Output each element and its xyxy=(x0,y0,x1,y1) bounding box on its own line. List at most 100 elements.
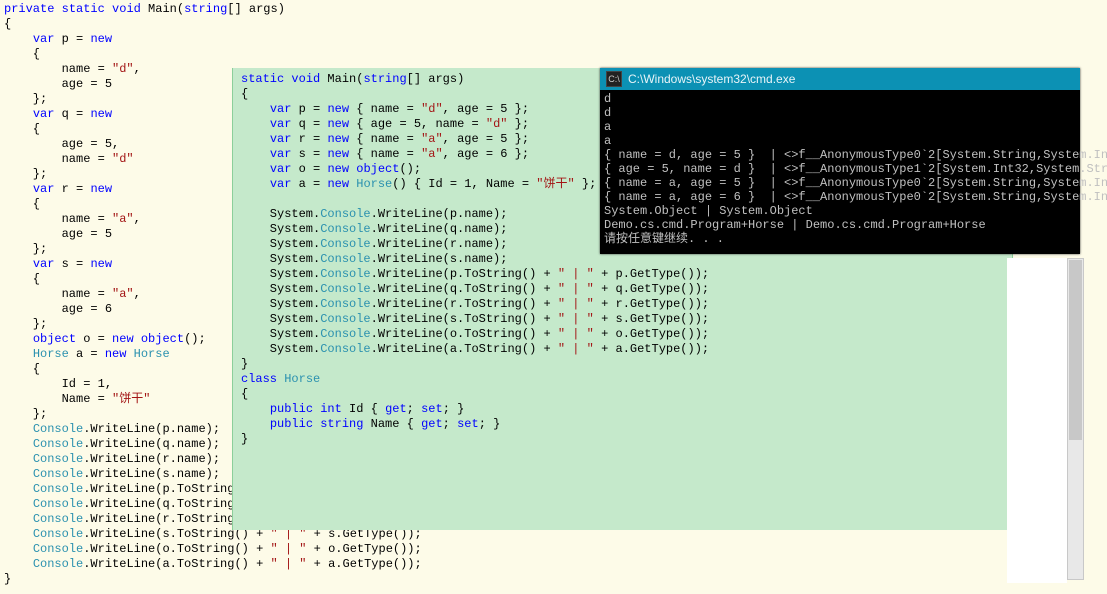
code-token: " | " xyxy=(558,342,594,356)
code-token: new xyxy=(327,117,349,131)
cmd-output[interactable]: ddaa{ name = d, age = 5 } | <>f__Anonymo… xyxy=(600,90,1080,254)
code-token: class xyxy=(241,372,277,386)
code-token: } xyxy=(241,432,248,446)
editor-line[interactable]: Console.WriteLine(o.ToString() + " | " +… xyxy=(4,542,1107,557)
code-token: Console xyxy=(320,222,370,236)
code-token: object xyxy=(356,162,399,176)
code-token: new xyxy=(105,347,127,361)
overlay-line[interactable]: System.Console.WriteLine(a.ToString() + … xyxy=(241,342,1004,357)
code-token: new xyxy=(90,32,112,46)
code-token: var xyxy=(33,182,55,196)
code-token: name = xyxy=(4,62,112,76)
overlay-line[interactable]: System.Console.WriteLine(o.ToString() + … xyxy=(241,327,1004,342)
code-token: "饼干" xyxy=(112,392,150,406)
code-token: { name = xyxy=(349,132,421,146)
code-token: , age = 5 }; xyxy=(443,102,529,116)
code-token: new xyxy=(327,162,349,176)
code-token: }; xyxy=(4,167,47,181)
code-token: " | " xyxy=(558,267,594,281)
code-token: o = xyxy=(76,332,112,346)
scrollbar-thumb[interactable] xyxy=(1069,260,1082,440)
code-token: Id { xyxy=(342,402,385,416)
code-token: var xyxy=(270,117,292,131)
overlay-line[interactable]: public string Name { get; set; } xyxy=(241,417,1004,432)
editor-line[interactable]: } xyxy=(4,572,1107,587)
code-token xyxy=(241,162,270,176)
overlay-line[interactable]: System.Console.WriteLine(p.ToString() + … xyxy=(241,267,1004,282)
code-token: string xyxy=(184,2,227,16)
code-token: var xyxy=(270,162,292,176)
overlay-line[interactable]: System.Console.WriteLine(s.ToString() + … xyxy=(241,312,1004,327)
console-line: a xyxy=(604,134,1076,148)
code-token: .WriteLine(r.name); xyxy=(83,452,220,466)
code-token: "a" xyxy=(421,147,443,161)
code-token xyxy=(241,117,270,131)
code-token: Console xyxy=(33,437,83,451)
code-token: , xyxy=(134,287,141,301)
overlay-line[interactable]: public int Id { get; set; } xyxy=(241,402,1004,417)
code-token xyxy=(4,107,33,121)
code-token: Horse xyxy=(284,372,320,386)
editor-line[interactable]: var p = new xyxy=(4,32,1107,47)
overlay-line[interactable]: } xyxy=(241,357,1004,372)
code-token xyxy=(4,542,33,556)
code-token: }; xyxy=(4,407,47,421)
code-token: Horse xyxy=(33,347,69,361)
code-token: age = 5, xyxy=(4,137,119,151)
code-token: age = 5 xyxy=(4,227,112,241)
console-line: System.Object | System.Object xyxy=(604,204,1076,218)
code-token: set xyxy=(421,402,443,416)
editor-line[interactable]: Console.WriteLine(a.ToString() + " | " +… xyxy=(4,557,1107,572)
code-token: + o.GetType()); xyxy=(594,327,709,341)
code-token: [] args) xyxy=(227,2,285,16)
code-token: age = 5 xyxy=(4,77,112,91)
code-token: "a" xyxy=(421,132,443,146)
cmd-window[interactable]: C:\ C:\Windows\system32\cmd.exe ddaa{ na… xyxy=(600,68,1080,254)
editor-line[interactable]: { xyxy=(4,47,1107,62)
code-token: + r.GetType()); xyxy=(594,297,709,311)
overlay-line[interactable]: System.Console.WriteLine(q.ToString() + … xyxy=(241,282,1004,297)
code-token: { name = xyxy=(349,147,421,161)
code-token: Console xyxy=(33,422,83,436)
code-token: " | " xyxy=(558,312,594,326)
code-token: Horse xyxy=(134,347,170,361)
overlay-line[interactable]: { xyxy=(241,387,1004,402)
code-token xyxy=(4,257,33,271)
code-token: " | " xyxy=(558,297,594,311)
overlay-line[interactable]: } xyxy=(241,432,1004,447)
editor-line[interactable]: { xyxy=(4,17,1107,32)
code-token: a = xyxy=(69,347,105,361)
overlay-line[interactable]: System.Console.WriteLine(s.name); xyxy=(241,252,1004,267)
code-token: + a.GetType()); xyxy=(306,557,421,571)
console-line: d xyxy=(604,106,1076,120)
code-token: ; } xyxy=(443,402,465,416)
code-token: new xyxy=(90,182,112,196)
code-token: static xyxy=(241,72,284,86)
code-token: Console xyxy=(320,282,370,296)
cmd-icon: C:\ xyxy=(606,71,622,87)
code-token: .WriteLine(q.ToString() + xyxy=(371,282,558,296)
code-token: Console xyxy=(33,527,83,541)
code-token xyxy=(4,347,33,361)
code-token: var xyxy=(33,107,55,121)
code-token: ; xyxy=(407,402,421,416)
code-token: () { Id = 1, Name = xyxy=(392,177,536,191)
canvas-blank-area xyxy=(1007,258,1067,583)
code-token: System. xyxy=(241,267,320,281)
code-token: age = 6 xyxy=(4,302,112,316)
code-token xyxy=(4,557,33,571)
overlay-line[interactable]: class Horse xyxy=(241,372,1004,387)
code-token: , age = 5 }; xyxy=(443,132,529,146)
code-token: string xyxy=(363,72,406,86)
code-token: , age = 6 }; xyxy=(443,147,529,161)
vertical-scrollbar[interactable] xyxy=(1067,258,1084,580)
code-token xyxy=(126,347,133,361)
code-token: " | " xyxy=(558,327,594,341)
code-token: System. xyxy=(241,252,320,266)
code-token xyxy=(4,32,33,46)
code-token xyxy=(105,2,112,16)
cmd-titlebar[interactable]: C:\ C:\Windows\system32\cmd.exe xyxy=(600,68,1080,90)
overlay-line[interactable]: System.Console.WriteLine(r.ToString() + … xyxy=(241,297,1004,312)
code-token xyxy=(4,422,33,436)
editor-line[interactable]: private static void Main(string[] args) xyxy=(4,2,1107,17)
